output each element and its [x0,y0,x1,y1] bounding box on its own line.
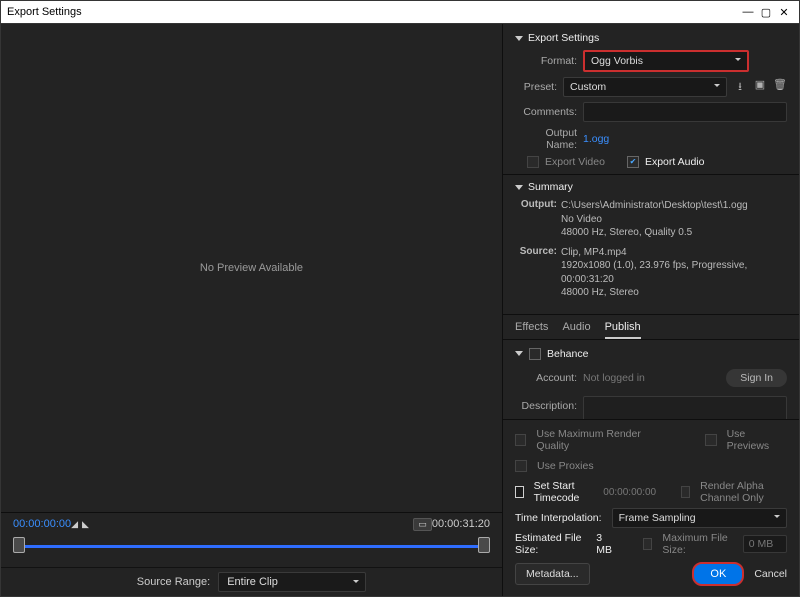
description-input[interactable] [583,396,787,421]
save-preset-icon[interactable]: ⭳ [733,78,747,97]
set-start-timecode-checkbox[interactable] [515,486,524,498]
time-interpolation-select[interactable]: Frame Sampling [612,508,787,528]
summary-output-label: Output: [515,199,557,210]
no-preview-text: No Preview Available [200,262,303,274]
account-value: Not logged in [583,372,645,384]
summary-header[interactable]: Summary [515,181,787,193]
max-file-size-label: Maximum File Size: [662,532,732,556]
output-name-label: Output Name: [515,127,583,151]
transport-bar: 00:00:00:00 ◢ ◣ ▭ 00:00:31:20 [1,512,502,567]
delete-preset-icon[interactable]: 🗑 [773,78,787,97]
aspect-ratio-icon[interactable]: ▭ [413,518,432,531]
use-previews-checkbox [705,434,716,446]
max-render-label: Use Maximum Render Quality [536,428,668,452]
export-video-checkbox [527,156,539,168]
import-preset-icon[interactable]: ▣ [753,78,767,97]
maximize-button[interactable]: ▢ [757,6,775,19]
output-options-panel: Use Maximum Render Quality Use Previews … [503,420,799,596]
export-video-label: Export Video [545,156,605,168]
timecode-out: 00:00:31:20 [432,518,490,530]
estimated-size-value: 3 MB [596,532,615,556]
export-settings-window: Export Settings — ▢ ✕ No Preview Availab… [0,0,800,597]
summary-output-body: C:\Users\Administrator\Desktop\test\1.og… [561,199,787,240]
use-proxies-checkbox [515,460,527,472]
publish-panel: Behance Account: Not logged in Sign In D… [503,340,799,421]
max-render-checkbox [515,434,526,446]
cancel-button[interactable]: Cancel [754,568,787,580]
window-titlebar: Export Settings — ▢ ✕ [1,1,799,24]
max-file-size-input: 0 MB [743,535,787,553]
ok-button[interactable]: OK [692,562,744,586]
window-title: Export Settings [7,6,82,18]
format-label: Format: [515,55,583,67]
output-name-link[interactable]: 1.ogg [583,133,609,145]
minimize-button[interactable]: — [739,6,757,18]
source-range-row: Source Range: Entire Clip [1,567,502,596]
tab-audio[interactable]: Audio [562,321,590,339]
format-select[interactable]: Ogg Vorbis [583,50,749,72]
set-in-icon[interactable]: ◢ [71,519,78,530]
max-file-size-checkbox [643,538,653,550]
settings-panel: Export Settings Format: Ogg Vorbis Prese… [503,24,799,596]
estimated-size-label: Estimated File Size: [515,532,586,556]
comments-input[interactable] [583,102,787,122]
summary-source-label: Source: [515,246,557,257]
export-settings-header[interactable]: Export Settings [515,32,787,44]
use-proxies-label: Use Proxies [537,460,594,472]
source-range-label: Source Range: [137,576,210,588]
settings-tabs: Effects Audio Publish [503,315,799,340]
comments-label: Comments: [515,106,583,118]
start-timecode-value[interactable]: 00:00:00:00 [603,487,656,498]
tab-effects[interactable]: Effects [515,321,548,339]
render-alpha-checkbox [681,486,690,498]
time-interpolation-label: Time Interpolation: [515,512,602,524]
preview-panel: No Preview Available 00:00:00:00 ◢ ◣ ▭ 0… [1,24,503,596]
tab-publish[interactable]: Publish [605,321,641,339]
source-range-select[interactable]: Entire Clip [218,572,366,592]
sign-in-button[interactable]: Sign In [726,369,787,387]
use-previews-label: Use Previews [727,428,787,452]
twirl-down-icon [515,185,523,190]
set-out-icon[interactable]: ◣ [82,519,89,530]
account-label: Account: [515,372,583,384]
export-audio-checkbox[interactable] [627,156,639,168]
behance-enable-checkbox[interactable] [529,348,541,360]
timeline-slider[interactable] [13,535,490,557]
preset-label: Preset: [515,81,563,93]
preview-area: No Preview Available [1,24,502,512]
description-label: Description: [515,396,583,412]
summary-source-body: Clip, MP4.mp4 1920x1080 (1.0), 23.976 fp… [561,246,787,300]
metadata-button[interactable]: Metadata... [515,563,590,585]
close-button[interactable]: ✕ [775,6,793,19]
set-start-timecode-label: Set Start Timecode [534,480,594,504]
export-audio-label: Export Audio [645,156,705,168]
twirl-down-icon [515,351,523,356]
behance-header[interactable]: Behance [515,348,787,360]
twirl-down-icon [515,36,523,41]
timecode-in[interactable]: 00:00:00:00 [13,518,71,530]
preset-select[interactable]: Custom [563,77,727,97]
render-alpha-label: Render Alpha Channel Only [700,480,787,504]
